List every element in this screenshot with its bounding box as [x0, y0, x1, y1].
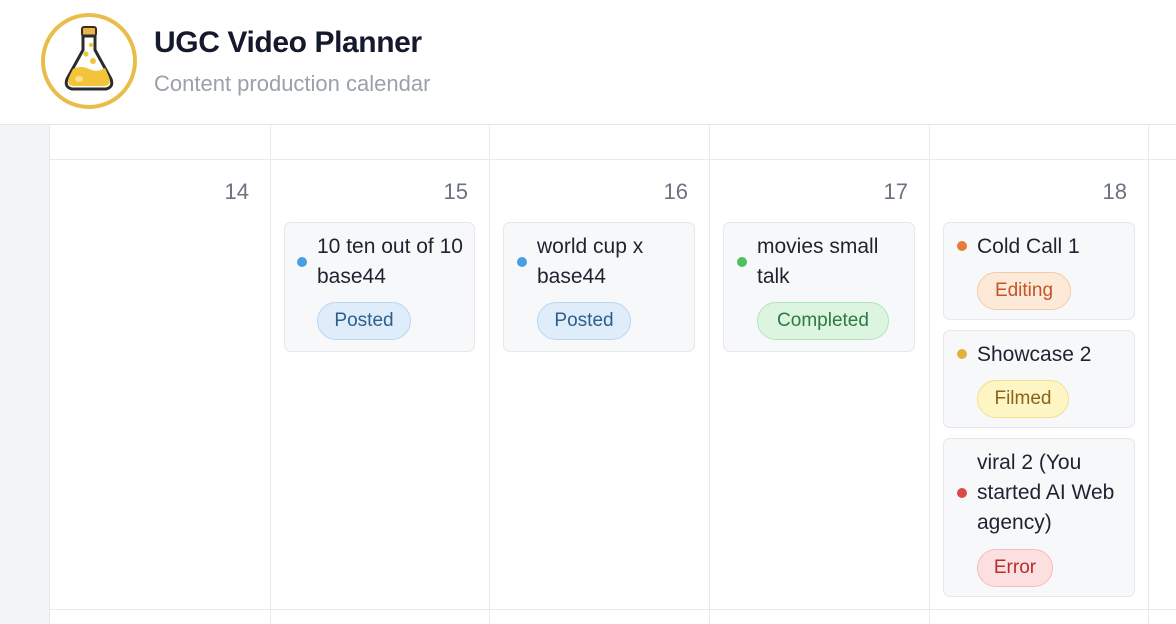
column-divider [929, 125, 930, 624]
next-week-row [50, 609, 1176, 610]
day-number-16: 16 [663, 179, 688, 204]
day-number-18: 18 [1102, 179, 1127, 204]
app-title: UGC Video Planner [154, 26, 422, 59]
status-dot [297, 257, 307, 267]
status-badge: Completed [757, 302, 889, 340]
app-header: UGC Video Planner Content production cal… [0, 0, 1176, 125]
event-card[interactable]: 10 ten out of 10 base44 Posted [284, 222, 475, 352]
day-number-17: 17 [883, 179, 908, 204]
app-subtitle: Content production calendar [154, 71, 431, 96]
event-card[interactable]: Showcase 2 Filmed [943, 330, 1135, 428]
column-divider [489, 125, 490, 624]
status-dot [517, 257, 527, 267]
event-card[interactable]: Cold Call 1 Editing [943, 222, 1135, 320]
event-title: 10 ten out of 10 base44 [317, 235, 463, 288]
event-title: Showcase 2 [977, 343, 1092, 366]
status-dot [957, 488, 967, 498]
event-title: movies small talk [757, 235, 879, 288]
event-card[interactable]: movies small talk Completed [723, 222, 915, 352]
event-title: world cup x base44 [537, 235, 644, 288]
status-dot [957, 241, 967, 251]
status-dot [737, 257, 747, 267]
status-badge: Filmed [977, 380, 1069, 418]
flask-icon [41, 13, 137, 109]
status-badge: Posted [317, 302, 411, 340]
event-card[interactable]: world cup x base44 Posted [503, 222, 695, 352]
day-number-15: 15 [443, 179, 468, 204]
previous-week-row [50, 125, 1176, 160]
event-card[interactable]: viral 2 (You started AI Web agency) Erro… [943, 438, 1135, 597]
event-title: viral 2 (You started AI Web agency) [977, 451, 1115, 534]
status-dot [957, 349, 967, 359]
status-badge: Posted [537, 302, 631, 340]
status-badge: Error [977, 549, 1053, 587]
column-divider [1148, 125, 1149, 624]
column-divider [709, 125, 710, 624]
day-number-14: 14 [224, 179, 249, 204]
week-gutter [0, 125, 50, 624]
event-title: Cold Call 1 [977, 235, 1080, 258]
column-divider [270, 125, 271, 624]
status-badge: Editing [977, 272, 1071, 310]
